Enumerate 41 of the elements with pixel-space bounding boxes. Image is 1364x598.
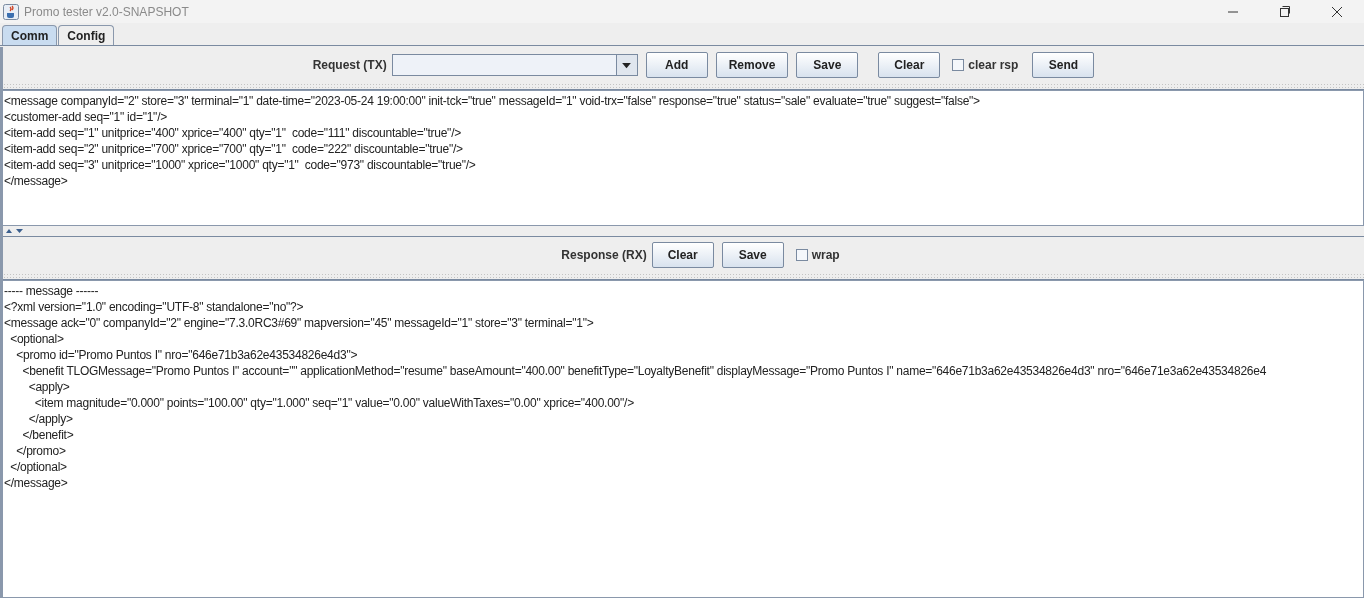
response-text-area[interactable] bbox=[3, 280, 1364, 598]
request-text-area[interactable] bbox=[3, 90, 1364, 226]
request-dropdown[interactable] bbox=[391, 54, 638, 76]
code-line: <item-add seq="2" unitprice="700" xprice="700" qty="1" code="222" discountable="true"/> bbox=[4, 141, 464, 157]
toolbar-button[interactable]: Clear bbox=[651, 242, 714, 268]
split-arrows-icon[interactable] bbox=[5, 228, 25, 234]
code-line: <message companyId="2" store="3" terminal="1" date-time="2023-05-24 19:00:00" init-tck="true" messageId="1" void-trx="false" response="true" status="sale" evaluate="true" suggest="false"> bbox=[4, 93, 981, 109]
request-label: Request (TX) bbox=[312, 58, 387, 72]
checkbox-label: wrap bbox=[811, 248, 840, 262]
code-line: </message> bbox=[4, 475, 69, 491]
toolbar-button[interactable]: Clear bbox=[878, 52, 941, 78]
code-line: <item-add seq="3" unitprice="1000" xprice="1000" qty="1" code="973" discountable="true"/> bbox=[4, 157, 477, 173]
checkbox[interactable] bbox=[795, 249, 808, 261]
coffee-cup-icon bbox=[3, 3, 19, 20]
code-line: <item-add seq="1" unitprice="400" xprice="400" qty="1" code="111" discountable="true"/> bbox=[4, 125, 462, 141]
code-line: </promo> bbox=[15, 443, 67, 459]
checkbox-label: clear rsp bbox=[968, 58, 1019, 72]
toolbar-button[interactable]: Add bbox=[645, 52, 708, 78]
code-line: <?xml version="1.0" encoding="UTF-8" standalone="no"?> bbox=[4, 299, 305, 315]
code-line: </benefit> bbox=[21, 427, 75, 443]
toolbar-button[interactable]: Save bbox=[796, 52, 859, 78]
response-label: Response (RX) bbox=[561, 248, 647, 262]
code-line: </apply> bbox=[27, 411, 74, 427]
code-line: <apply> bbox=[27, 379, 71, 395]
toolbar-button[interactable]: Send bbox=[1032, 52, 1095, 78]
code-line: <customer-add seq="1" id="1"/> bbox=[4, 109, 168, 125]
tab[interactable]: Config bbox=[58, 25, 115, 45]
checkbox[interactable] bbox=[952, 59, 965, 71]
code-line: ----- message ------ bbox=[4, 283, 100, 299]
tab[interactable]: Comm bbox=[2, 25, 58, 45]
code-line: <benefit TLOGMessage="Promo Puntos I" account="" applicationMethod="resume" baseAmount="400.00" benefitType="LoyaltyBenefit" displayMessage="Promo Puntos I" name="646e71b3a62e43534826e4d3" nro="646e71e3a62e43534826e4 bbox=[21, 363, 1268, 379]
code-line: <message ack="0" companyId="2" engine="7.3.0RC3#69" mapversion="45" messageId="1" store="3" terminal="1"> bbox=[4, 315, 595, 331]
code-line: </message> bbox=[4, 173, 69, 189]
toolbar-button[interactable]: Remove bbox=[715, 52, 789, 78]
code-line: <item magnitude="0.000" points="100.00" qty="1.000" seq="1" value="0.00" valueWithTaxes="0.00" xprice="400.00"/> bbox=[33, 395, 635, 411]
window-title: Promo tester v2.0-SNAPSHOT bbox=[24, 4, 189, 19]
code-line: <promo id="Promo Puntos I" nro="646e71b3a62e43534826e4d3"> bbox=[15, 347, 359, 363]
caret-icon bbox=[621, 61, 633, 69]
code-line: <optional> bbox=[9, 331, 65, 347]
code-line: </optional> bbox=[9, 459, 68, 475]
toolbar-button[interactable]: Save bbox=[721, 242, 784, 268]
